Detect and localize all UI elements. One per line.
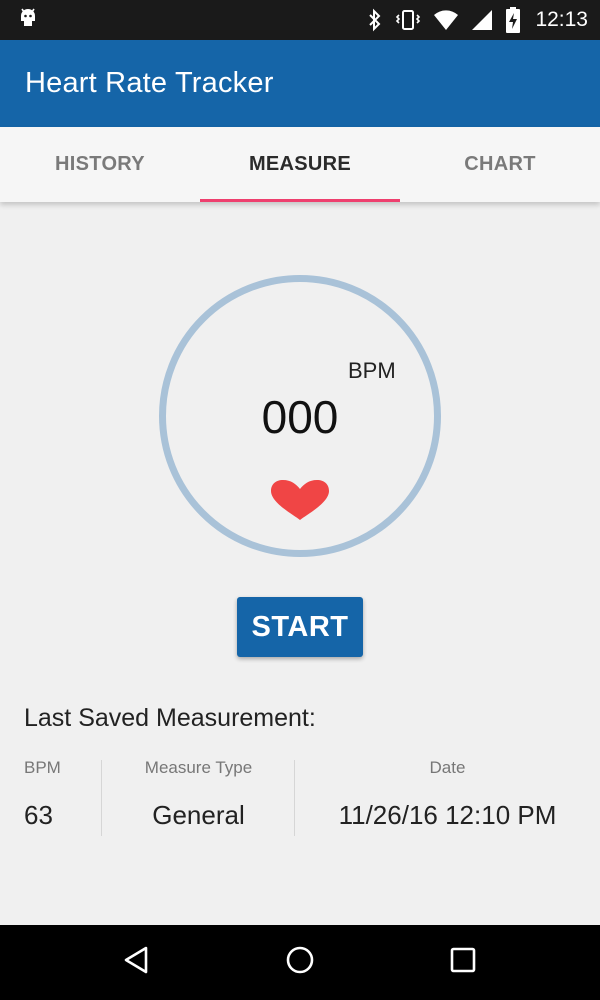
saved-type-header: Measure Type bbox=[144, 758, 253, 777]
measure-panel: BPM 000 START Last Saved Measurement: BP… bbox=[0, 202, 600, 925]
last-saved-table: BPM 63 Measure Type General Date 11/26/1… bbox=[0, 758, 600, 838]
signal-icon bbox=[471, 9, 493, 31]
vibrate-icon bbox=[395, 8, 421, 32]
saved-type-value: General bbox=[152, 800, 245, 830]
bpm-unit-label: BPM bbox=[348, 358, 396, 383]
saved-date-value: 11/26/16 12:10 PM bbox=[338, 800, 557, 830]
heart-icon bbox=[270, 479, 330, 521]
wifi-icon bbox=[433, 9, 459, 31]
app-title: Heart Rate Tracker bbox=[25, 67, 274, 99]
app-bar: Heart Rate Tracker bbox=[0, 40, 600, 127]
back-icon bbox=[122, 945, 152, 980]
last-saved-title: Last Saved Measurement: bbox=[24, 704, 316, 732]
saved-bpm-column: BPM 63 bbox=[24, 758, 102, 836]
status-time: 12:13 bbox=[535, 8, 588, 31]
status-bar: 12:13 bbox=[0, 0, 600, 40]
start-button[interactable]: START bbox=[237, 597, 363, 657]
system-nav-bar bbox=[0, 925, 600, 1000]
tab-bar: HISTORY MEASURE CHART bbox=[0, 127, 600, 202]
saved-type-column: Measure Type General bbox=[102, 758, 295, 836]
home-icon bbox=[285, 945, 315, 980]
recents-icon bbox=[448, 945, 478, 980]
bluetooth-icon bbox=[367, 8, 383, 32]
saved-bpm-header: BPM bbox=[24, 758, 61, 777]
back-button[interactable] bbox=[107, 933, 167, 993]
battery-charging-icon bbox=[505, 7, 521, 33]
bpm-value: 000 bbox=[261, 391, 339, 443]
tab-chart[interactable]: CHART bbox=[400, 127, 600, 202]
home-button[interactable] bbox=[270, 933, 330, 993]
saved-date-column: Date 11/26/16 12:10 PM bbox=[295, 758, 600, 836]
recents-button[interactable] bbox=[433, 933, 493, 993]
screen: 12:13 Heart Rate Tracker HISTORY MEASURE… bbox=[0, 0, 600, 1000]
tab-history[interactable]: HISTORY bbox=[0, 127, 200, 202]
android-debug-icon bbox=[18, 6, 38, 35]
saved-bpm-value: 63 bbox=[24, 800, 53, 830]
saved-date-header: Date bbox=[429, 758, 466, 777]
tab-measure[interactable]: MEASURE bbox=[200, 127, 400, 202]
